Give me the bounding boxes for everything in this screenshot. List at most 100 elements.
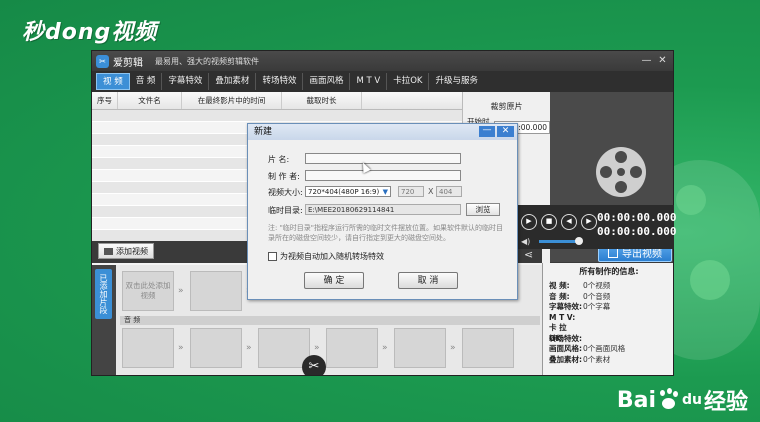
add-video-label: 添加视频 — [116, 246, 148, 256]
times-sign: X — [428, 187, 434, 196]
chevron-down-icon: ▼ — [382, 188, 388, 196]
arrow-icon: » — [178, 286, 184, 296]
table-row[interactable] — [92, 110, 462, 122]
arrow-icon: » — [246, 343, 252, 353]
main-menu: 视 频 音 频 字幕特效 叠加素材 转场特效 画面风格 M T V 卡拉OK 升… — [92, 71, 673, 92]
tab-karaoke[interactable]: 卡拉OK — [387, 73, 430, 90]
tab-upgrade-service[interactable]: 升级与服务 — [429, 73, 484, 90]
info-row-style: 画面风格: 0个画面风格 — [543, 344, 673, 355]
timeline-slot[interactable] — [122, 328, 174, 368]
stop-icon[interactable]: ■ — [541, 214, 557, 230]
info-value: 0个视频 — [583, 281, 611, 290]
cut-panel-title: 裁剪原片 — [490, 102, 523, 111]
info-row-karaoke: 卡 拉 OK: — [543, 323, 673, 343]
video-slot[interactable] — [190, 271, 242, 311]
info-label: 叠加素材: — [549, 354, 582, 364]
dialog-close-icon[interactable]: ✕ — [497, 126, 514, 137]
info-row-transition: 转场特效: — [543, 333, 673, 345]
column-header-index[interactable]: 序号 — [92, 92, 118, 109]
tab-audio[interactable]: 音 频 — [130, 73, 163, 90]
size-label: 视频大小: — [268, 188, 303, 197]
info-label: 字幕特效: — [549, 302, 582, 311]
watermark-logo: 秒dong视频 — [22, 20, 158, 45]
timeline-slot[interactable] — [190, 328, 242, 368]
minimize-icon[interactable]: — — [640, 54, 653, 67]
browse-button[interactable]: 浏览 — [466, 203, 500, 216]
info-value: 0个素材 — [583, 354, 611, 364]
info-label: M T V: — [549, 312, 576, 322]
arrow-icon: » — [450, 343, 456, 353]
background-decoration — [690, 260, 730, 300]
player-controls: ▶ ■ ◀ ▶ 00:00:00.000 00:00:00.000 ◀) — [517, 205, 677, 249]
info-row-video: 视 频: 0个视频 — [543, 281, 673, 292]
tab-video[interactable]: 视 频 — [96, 73, 130, 90]
tab-subtitle-effects[interactable]: 字幕特效 — [162, 73, 210, 90]
table-header: 序号 文件名 在最终影片中的时间 截取时长 — [92, 92, 462, 110]
random-transition-checkbox[interactable] — [268, 252, 277, 261]
added-clips-tab[interactable]: 已添加片段 — [95, 269, 112, 319]
video-size-select[interactable]: 720*404(480P 16:9) ▼ — [305, 186, 391, 197]
column-header-filename[interactable]: 文件名 — [118, 92, 182, 109]
baidu-text: Bai — [616, 387, 656, 413]
arrow-icon: » — [382, 343, 388, 353]
volume-icon[interactable]: ◀) — [521, 237, 530, 246]
title-input[interactable] — [305, 153, 461, 164]
add-video-slot[interactable]: 双击此处添加视频 — [122, 271, 174, 311]
export-icon — [608, 247, 618, 258]
info-value: 0个字幕 — [583, 302, 611, 311]
height-input[interactable]: 404 — [436, 186, 462, 197]
author-input[interactable] — [305, 170, 461, 181]
dialog-title-bar: 新建 — ✕ — [248, 124, 517, 140]
app-logo-icon: ✂ — [96, 54, 109, 68]
info-row-mtv: M T V: — [543, 312, 673, 324]
tab-overlay-material[interactable]: 叠加素材 — [209, 73, 257, 90]
info-label: 视 频: — [549, 281, 570, 290]
baidu-jingyan-text: 经验 — [703, 390, 748, 415]
video-size-value: 720*404(480P 16:9) — [308, 188, 380, 196]
volume-handle[interactable] — [575, 237, 583, 245]
ok-button[interactable]: 确 定 — [304, 272, 364, 289]
info-label: 音 频: — [549, 291, 570, 301]
current-time: 00:00:00.000 — [597, 211, 677, 224]
column-header-duration[interactable]: 截取时长 — [282, 92, 362, 109]
paw-icon — [658, 388, 680, 410]
timeline-slot[interactable] — [326, 328, 378, 368]
arrow-icon: » — [314, 343, 320, 353]
play-icon[interactable]: ▶ — [521, 214, 537, 230]
random-transition-option[interactable]: 为视频自动加入随机转场特效 — [268, 251, 384, 262]
author-label: 制 作 者: — [268, 172, 300, 181]
prev-icon[interactable]: ◀ — [561, 214, 577, 230]
tab-picture-style[interactable]: 画面风格 — [303, 73, 351, 90]
column-header-final-time[interactable]: 在最终影片中的时间 — [182, 92, 282, 109]
temp-dir-input[interactable]: E:\MEE20180629114841 — [305, 204, 461, 215]
random-transition-label: 为视频自动加入随机转场特效 — [280, 252, 384, 261]
tab-mtv[interactable]: M T V — [350, 73, 388, 90]
background-decoration — [676, 185, 706, 215]
baidu-watermark: Bai du 经验 — [617, 384, 748, 416]
info-value: 0个音频 — [583, 291, 611, 301]
dialog-title: 新建 — [254, 127, 273, 137]
close-icon[interactable]: ✕ — [656, 54, 669, 67]
info-row-overlay: 叠加素材: 0个素材 — [543, 354, 673, 366]
film-reel-icon — [596, 147, 646, 197]
info-label: 卡 拉 OK: — [549, 323, 567, 343]
temp-dir-note: 注: "临时目录"指程序运行所需的临时文件摆放位置。如果软件默认的临时目录所在的… — [268, 224, 504, 242]
share-icon[interactable]: ⋖ — [524, 248, 533, 261]
title-bar: ✂ 爱剪辑 最易用、强大的视频剪辑软件 — ✕ — [92, 51, 673, 71]
add-video-button[interactable]: 添加视频 — [98, 243, 154, 259]
timeline-slot[interactable] — [462, 328, 514, 368]
timeline-slot[interactable] — [394, 328, 446, 368]
film-icon — [104, 247, 113, 255]
info-label: 转场特效: — [549, 333, 582, 343]
tab-transition-effects[interactable]: 转场特效 — [256, 73, 304, 90]
dialog-minimize-icon[interactable]: — — [479, 126, 495, 137]
info-row-subtitle: 字幕特效: 0个字幕 — [543, 302, 673, 313]
temp-dir-label: 临时目录: — [268, 206, 303, 215]
cancel-button[interactable]: 取 消 — [398, 272, 458, 289]
next-icon[interactable]: ▶ — [581, 214, 597, 230]
baidu-du-text: du — [681, 392, 702, 408]
volume-slider[interactable] — [539, 240, 577, 243]
width-input[interactable]: 720 — [398, 186, 424, 197]
app-name: 爱剪辑 — [113, 57, 143, 69]
scissors-icon[interactable]: ✂ — [302, 355, 326, 375]
